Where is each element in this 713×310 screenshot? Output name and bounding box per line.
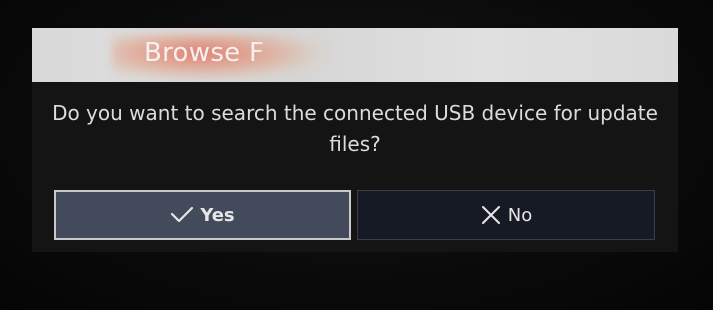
no-button[interactable]: No — [357, 190, 655, 240]
dialog-message: Do you want to search the connected USB … — [52, 101, 658, 156]
no-button-label: No — [507, 204, 533, 226]
checkmark-icon — [170, 206, 194, 224]
header-title: Browse F — [144, 38, 265, 68]
yes-button-label: Yes — [200, 204, 235, 226]
close-icon — [480, 204, 502, 226]
confirm-dialog: Do you want to search the connected USB … — [32, 82, 678, 252]
yes-button[interactable]: Yes — [54, 190, 351, 240]
tv-screen: Browse F Do you want to search the conne… — [0, 0, 713, 310]
browse-header: Browse F — [32, 28, 678, 82]
